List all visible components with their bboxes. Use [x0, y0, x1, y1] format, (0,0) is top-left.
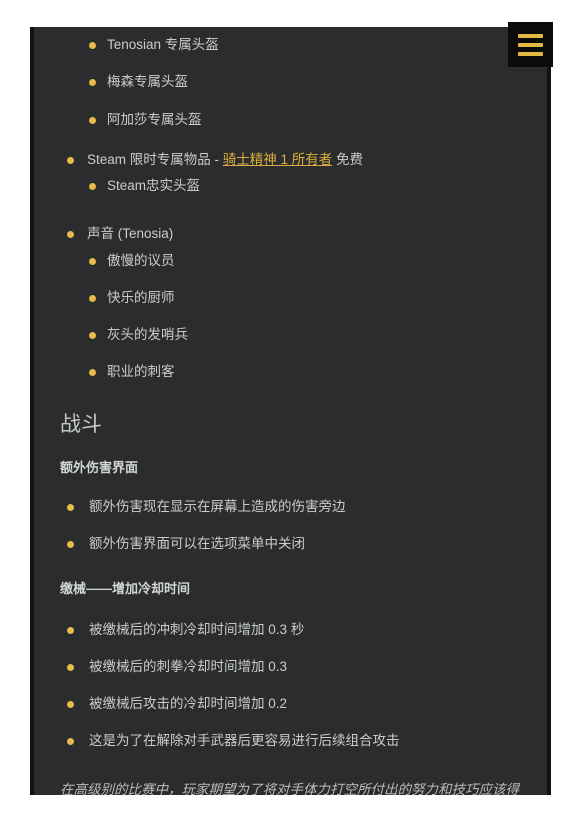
bullet-icon — [89, 116, 96, 124]
steam-item-list: Steam 限时专属物品 - 骑士精神 1 所有者 免费 — [34, 150, 547, 170]
bullet-icon — [89, 332, 96, 339]
list-item: 这是为了在解除对手武器后更容易进行后续组合攻击 — [34, 731, 547, 751]
bullet-icon — [67, 231, 74, 239]
list-item-label: 阿加莎专属头盔 — [107, 111, 202, 127]
list-item-label: 职业的刺客 — [107, 364, 175, 380]
hamburger-menu-icon — [518, 33, 543, 38]
bullet-icon — [89, 79, 96, 87]
list-item-label: 额外伤害界面可以在选项菜单中关闭 — [89, 536, 305, 552]
list-item-label: 灰头的发哨兵 — [107, 327, 188, 342]
bullet-icon — [89, 369, 96, 377]
list-item-label: 额外伤害现在显示在屏幕上造成的伤害旁边 — [89, 498, 346, 514]
page-root: Tenosian 专属头盔 梅森专属头盔 阿加莎专属头盔 Steam 限时专属物… — [0, 0, 580, 821]
voice-sublist: 傲慢的议员 快乐的厨师 灰头的发哨兵 职业的刺客 — [34, 251, 547, 383]
list-item-label: 这是为了在解除对手武器后更容易进行后续组合攻击 — [89, 733, 400, 749]
bullet-icon — [67, 626, 74, 634]
bullet-icon — [67, 541, 74, 549]
list-item-label: 梅森专属头盔 — [107, 74, 188, 90]
top-spacer — [34, 27, 547, 35]
bullet-icon — [67, 156, 74, 164]
list-item: 灰头的发哨兵 — [34, 325, 547, 345]
list-item-label: Tenosian 专属头盔 — [107, 37, 219, 52]
subheading-extra-damage-ui: 额外伤害界面 — [60, 459, 139, 475]
steam-item-prefix: Steam 限时专属物品 - — [87, 151, 223, 167]
patch-notes-panel: Tenosian 专属头盔 梅森专属头盔 阿加莎专属头盔 Steam 限时专属物… — [30, 27, 551, 795]
subheading-disarm-cooldown: 缴械——增加冷却时间 — [60, 581, 191, 597]
disarm-design-note: 在高级别的比赛中，玩家期望为了将对手体力打空所付出的努力和技巧应该得到连击的机会… — [60, 781, 519, 795]
chivalry-owner-link[interactable]: 骑士精神 1 所有者 — [223, 152, 333, 167]
disarm-bullets: 被缴械后的冲刺冷却时间增加 0.3 秒 被缴械后的刺拳冷却时间增加 0.3 被缴… — [34, 620, 547, 752]
list-item: 被缴械后攻击的冷却时间增加 0.2 — [34, 694, 547, 714]
list-item: 傲慢的议员 — [34, 251, 547, 271]
list-item: Steam 限时专属物品 - 骑士精神 1 所有者 免费 — [34, 150, 547, 170]
list-item: Tenosian 专属头盔 — [34, 35, 547, 55]
section-heading-combat: 战斗 — [60, 412, 102, 436]
list-item-label: Steam忠实头盔 — [107, 178, 201, 193]
list-item: 被缴械后的刺拳冷却时间增加 0.3 — [34, 657, 547, 677]
bullet-icon — [67, 663, 74, 671]
list-item-label: 傲慢的议员 — [107, 252, 175, 268]
list-item: 额外伤害现在显示在屏幕上造成的伤害旁边 — [34, 497, 547, 517]
bullet-icon — [67, 503, 74, 511]
hamburger-menu-button[interactable] — [508, 22, 553, 67]
steam-item-line: Steam 限时专属物品 - 骑士精神 1 所有者 免费 — [87, 150, 547, 170]
voice-group-list: 声音 (Tenosia) — [34, 224, 547, 244]
list-item: 被缴械后的冲刺冷却时间增加 0.3 秒 — [34, 620, 547, 640]
cosmetics-sublist: Tenosian 专属头盔 梅森专属头盔 阿加莎专属头盔 — [34, 35, 547, 130]
list-item: 职业的刺客 — [34, 362, 547, 382]
list-item-label: 被缴械后的冲刺冷却时间增加 0.3 秒 — [89, 621, 305, 637]
bullet-icon — [89, 257, 96, 265]
list-item: 快乐的厨师 — [34, 288, 547, 308]
bullet-icon — [67, 738, 74, 746]
list-item-label: 快乐的厨师 — [107, 289, 175, 305]
list-item-label: 被缴械后攻击的冷却时间增加 0.2 — [89, 696, 288, 712]
bullet-icon — [89, 183, 96, 190]
list-item: 阿加莎专属头盔 — [34, 110, 547, 130]
list-item-label: 声音 (Tenosia) — [87, 226, 174, 242]
list-item-label: 被缴械后的刺拳冷却时间增加 0.3 — [89, 658, 288, 674]
hamburger-menu-icon — [518, 51, 543, 56]
list-item: Steam忠实头盔 — [34, 176, 547, 196]
extra-damage-bullets: 额外伤害现在显示在屏幕上造成的伤害旁边 额外伤害界面可以在选项菜单中关闭 — [34, 497, 547, 555]
bullet-icon — [89, 294, 96, 302]
list-item: 梅森专属头盔 — [34, 72, 547, 92]
bullet-icon — [67, 701, 74, 709]
patch-notes-content: Tenosian 专属头盔 梅森专属头盔 阿加莎专属头盔 Steam 限时专属物… — [34, 27, 547, 795]
hamburger-menu-icon — [518, 42, 543, 47]
steam-item-sublist: Steam忠实头盔 — [34, 176, 547, 196]
bullet-icon — [89, 42, 96, 49]
list-item: 声音 (Tenosia) — [34, 224, 547, 244]
list-item: 额外伤害界面可以在选项菜单中关闭 — [34, 534, 547, 554]
steam-item-suffix: 免费 — [332, 151, 364, 167]
